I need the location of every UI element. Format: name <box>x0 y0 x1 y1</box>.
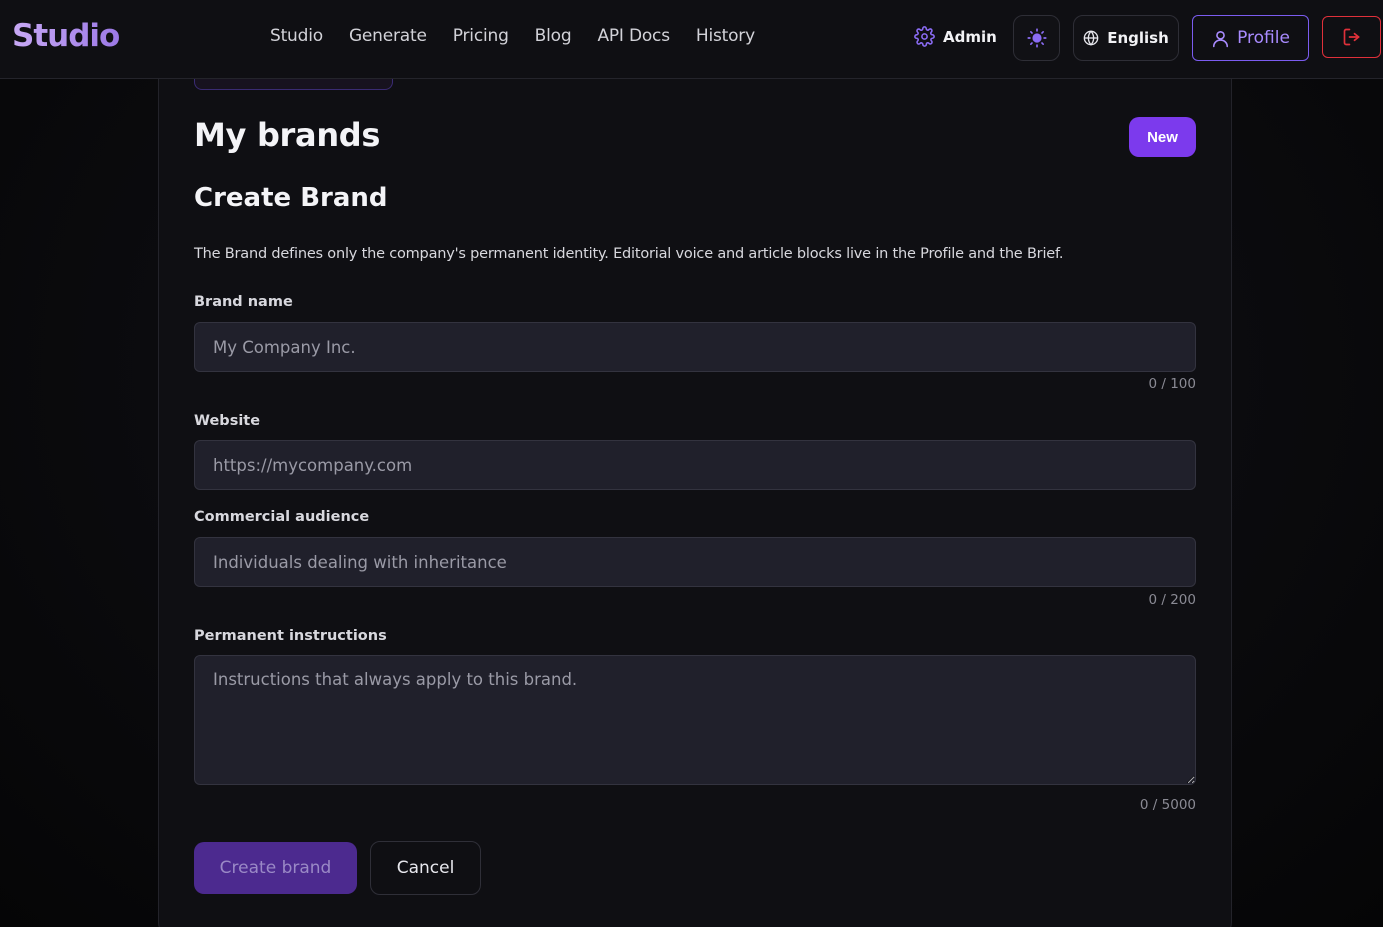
logout-icon <box>1343 28 1359 46</box>
brand-name-input[interactable] <box>194 322 1196 372</box>
page-title: My brands <box>194 116 381 154</box>
nav-link-generate[interactable]: Generate <box>349 26 427 46</box>
brand-name-label: Brand name <box>194 294 293 310</box>
section-title: Create Brand <box>194 183 388 213</box>
nav-link-blog[interactable]: Blog <box>535 26 572 46</box>
gear-icon <box>914 26 935 47</box>
instructions-textarea[interactable] <box>194 655 1196 785</box>
profile-label: Profile <box>1237 28 1290 48</box>
admin-label: Admin <box>943 27 997 46</box>
audience-input[interactable] <box>194 537 1196 587</box>
admin-link[interactable]: Admin <box>914 26 997 47</box>
nav-link-history[interactable]: History <box>696 26 755 46</box>
new-brand-button[interactable]: New <box>1129 117 1196 157</box>
theme-toggle-button[interactable] <box>1013 15 1060 61</box>
language-selector[interactable]: English <box>1073 15 1179 61</box>
studio-logo[interactable]: Studio <box>12 18 120 54</box>
website-input[interactable] <box>194 440 1196 490</box>
instructions-label: Permanent instructions <box>194 628 387 644</box>
user-icon <box>1213 30 1229 47</box>
profile-button[interactable]: Profile <box>1192 15 1309 61</box>
language-label: English <box>1107 29 1169 47</box>
audience-label: Commercial audience <box>194 509 370 525</box>
website-label: Website <box>194 413 261 429</box>
cancel-button[interactable]: Cancel <box>370 841 481 895</box>
logout-button[interactable] <box>1322 16 1381 58</box>
form-description: The Brand defines only the company's per… <box>194 246 1064 262</box>
instructions-counter: 0 / 5000 <box>1139 797 1196 813</box>
audience-counter: 0 / 200 <box>1148 592 1197 608</box>
top-header: Studio Studio Generate Pricing Blog API … <box>0 0 1383 79</box>
nav-link-pricing[interactable]: Pricing <box>453 26 509 46</box>
nav-link-api-docs[interactable]: API Docs <box>597 26 670 46</box>
globe-icon <box>1083 30 1099 46</box>
sun-icon <box>1026 28 1047 48</box>
brand-name-counter: 0 / 100 <box>1148 376 1197 392</box>
create-brand-button[interactable]: Create brand <box>194 842 357 894</box>
nav-link-studio[interactable]: Studio <box>270 26 323 46</box>
main-nav: Studio Generate Pricing Blog API Docs Hi… <box>270 26 781 46</box>
